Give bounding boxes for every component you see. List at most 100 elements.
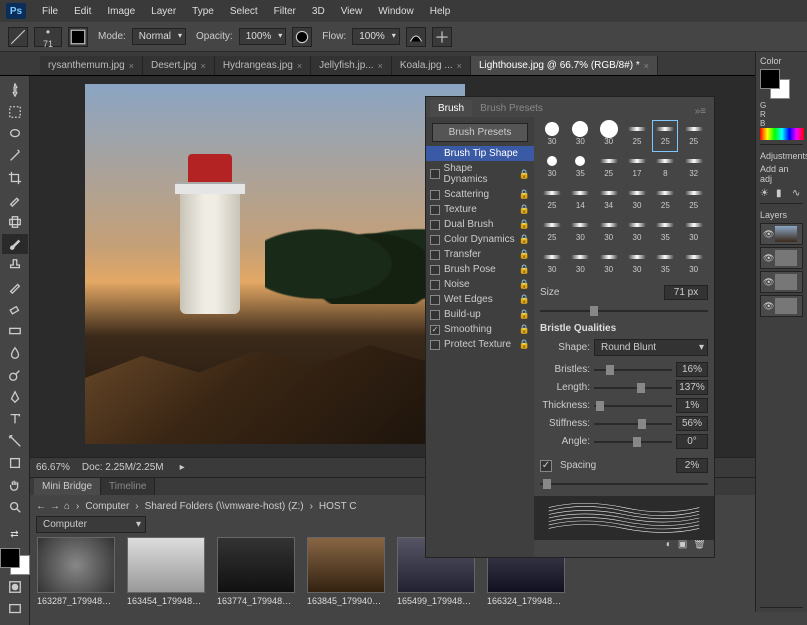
lock-icon[interactable]: 🔒 [519,264,530,275]
tab-brush[interactable]: Brush [430,100,472,117]
brush-category-noise[interactable]: Noise🔒 [426,277,534,292]
blur-tool[interactable] [2,343,28,363]
brush-size-preview[interactable]: •71 [34,27,62,47]
checkbox[interactable] [430,250,440,260]
brush-tip[interactable]: 30 [597,121,621,151]
menu-filter[interactable]: Filter [266,3,304,20]
close-icon[interactable]: × [378,61,383,71]
close-icon[interactable]: × [297,61,302,71]
brush-tip[interactable]: 30 [540,121,564,151]
menu-help[interactable]: Help [422,3,459,20]
brush-category-transfer[interactable]: Transfer🔒 [426,247,534,262]
color-panel-title[interactable]: Color [760,56,803,66]
tab-timeline[interactable]: Timeline [101,478,155,495]
hand-tool[interactable] [2,475,28,495]
size-slider[interactable] [540,306,708,316]
checkbox[interactable] [430,280,440,290]
new-brush-icon[interactable]: ▣ [678,539,687,550]
brush-tip[interactable]: 30 [540,249,564,279]
slider-track[interactable] [594,437,672,447]
checkbox[interactable] [430,295,440,305]
swap-colors-icon[interactable]: ⇄ [2,524,28,544]
tool-preset-icon[interactable] [8,27,28,47]
brush-tip[interactable]: 30 [568,249,592,279]
curves-icon[interactable]: ∿ [792,188,806,199]
levels-icon[interactable]: ▮ [776,188,790,199]
brush-category-build-up[interactable]: Build-up🔒 [426,307,534,322]
close-icon[interactable]: × [129,61,134,71]
crop-tool[interactable] [2,168,28,188]
slider-value[interactable]: 0° [676,434,708,449]
brush-tip[interactable]: 35 [653,249,677,279]
size-value[interactable]: 71 px [664,285,708,300]
brush-tip[interactable]: 8 [653,153,677,183]
menu-edit[interactable]: Edit [66,3,99,20]
doc-tab-4[interactable]: Koala.jpg ...× [392,56,471,75]
close-icon[interactable]: × [644,61,649,71]
slider-value[interactable]: 1% [676,398,708,413]
menu-type[interactable]: Type [184,3,222,20]
blend-mode-dropdown[interactable]: Normal [132,28,186,45]
visibility-icon[interactable]: 👁 [763,277,773,288]
trash-icon[interactable]: 🗑 [693,539,706,550]
color-swatches[interactable] [0,548,30,575]
color-swatch[interactable] [760,69,790,99]
pressure-opacity-icon[interactable] [292,27,312,47]
lock-icon[interactable]: 🔒 [519,204,530,215]
lock-icon[interactable]: 🔒 [519,309,530,320]
shape-tool[interactable] [2,453,28,473]
spacing-value[interactable]: 2% [676,458,708,473]
slider-track[interactable] [594,401,672,411]
brush-presets-button[interactable]: Brush Presets [432,123,528,142]
brush-tip[interactable]: 25 [653,121,677,151]
lasso-tool[interactable] [2,124,28,144]
brush-category-dual-brush[interactable]: Dual Brush🔒 [426,217,534,232]
wand-tool[interactable] [2,146,28,166]
status-arrow-icon[interactable]: ▸ [180,462,185,473]
close-icon[interactable]: × [201,61,206,71]
lock-icon[interactable]: 🔒 [519,219,530,230]
layer-row[interactable]: 👁 [760,223,803,245]
marquee-tool[interactable] [2,102,28,122]
menu-window[interactable]: Window [370,3,422,20]
brush-tip[interactable]: 34 [597,185,621,215]
type-tool[interactable] [2,409,28,429]
visibility-icon[interactable]: 👁 [763,253,773,264]
layer-row[interactable]: 👁 [760,271,803,293]
menu-view[interactable]: View [333,3,371,20]
brush-category-wet-edges[interactable]: Wet Edges🔒 [426,292,534,307]
hue-strip[interactable] [760,128,804,140]
brush-category-protect-texture[interactable]: Protect Texture🔒 [426,337,534,352]
menu-file[interactable]: File [34,3,66,20]
gradient-tool[interactable] [2,321,28,341]
layer-row[interactable]: 👁 [760,295,803,317]
move-tool[interactable] [2,80,28,100]
brush-tip[interactable]: 30 [682,249,706,279]
thumbnail[interactable]: 163454_17994871B... [126,537,206,619]
doc-tab-1[interactable]: Desert.jpg× [143,56,215,75]
forward-icon[interactable]: → [50,501,60,512]
brush-tip[interactable]: 30 [625,249,649,279]
lock-icon[interactable]: 🔒 [519,249,530,260]
pen-tool[interactable] [2,387,28,407]
layers-panel-title[interactable]: Layers [760,210,803,220]
lock-icon[interactable]: 🔒 [519,189,530,200]
lock-icon[interactable]: 🔒 [519,339,530,350]
doc-tab-5[interactable]: Lighthouse.jpg @ 66.7% (RGB/8#) *× [471,56,658,75]
quick-mask-icon[interactable] [2,577,28,597]
doc-tab-2[interactable]: Hydrangeas.jpg× [215,56,311,75]
brush-tip[interactable]: 32 [682,153,706,183]
thumbnail[interactable]: 163845_17994068... [306,537,386,619]
checkbox[interactable] [430,235,440,245]
spacing-checkbox[interactable]: ✓ [540,460,552,472]
brush-tip[interactable]: 25 [653,185,677,215]
visibility-icon[interactable]: 👁 [763,229,773,240]
path-tool[interactable] [2,431,28,451]
airbrush-icon[interactable] [406,27,426,47]
brush-tip[interactable]: 25 [597,153,621,183]
brush-tip[interactable]: 25 [682,185,706,215]
slider-track[interactable] [594,383,672,393]
brightness-icon[interactable]: ☀ [760,188,774,199]
spacing-slider[interactable] [540,479,708,489]
brush-tip[interactable]: 25 [682,121,706,151]
